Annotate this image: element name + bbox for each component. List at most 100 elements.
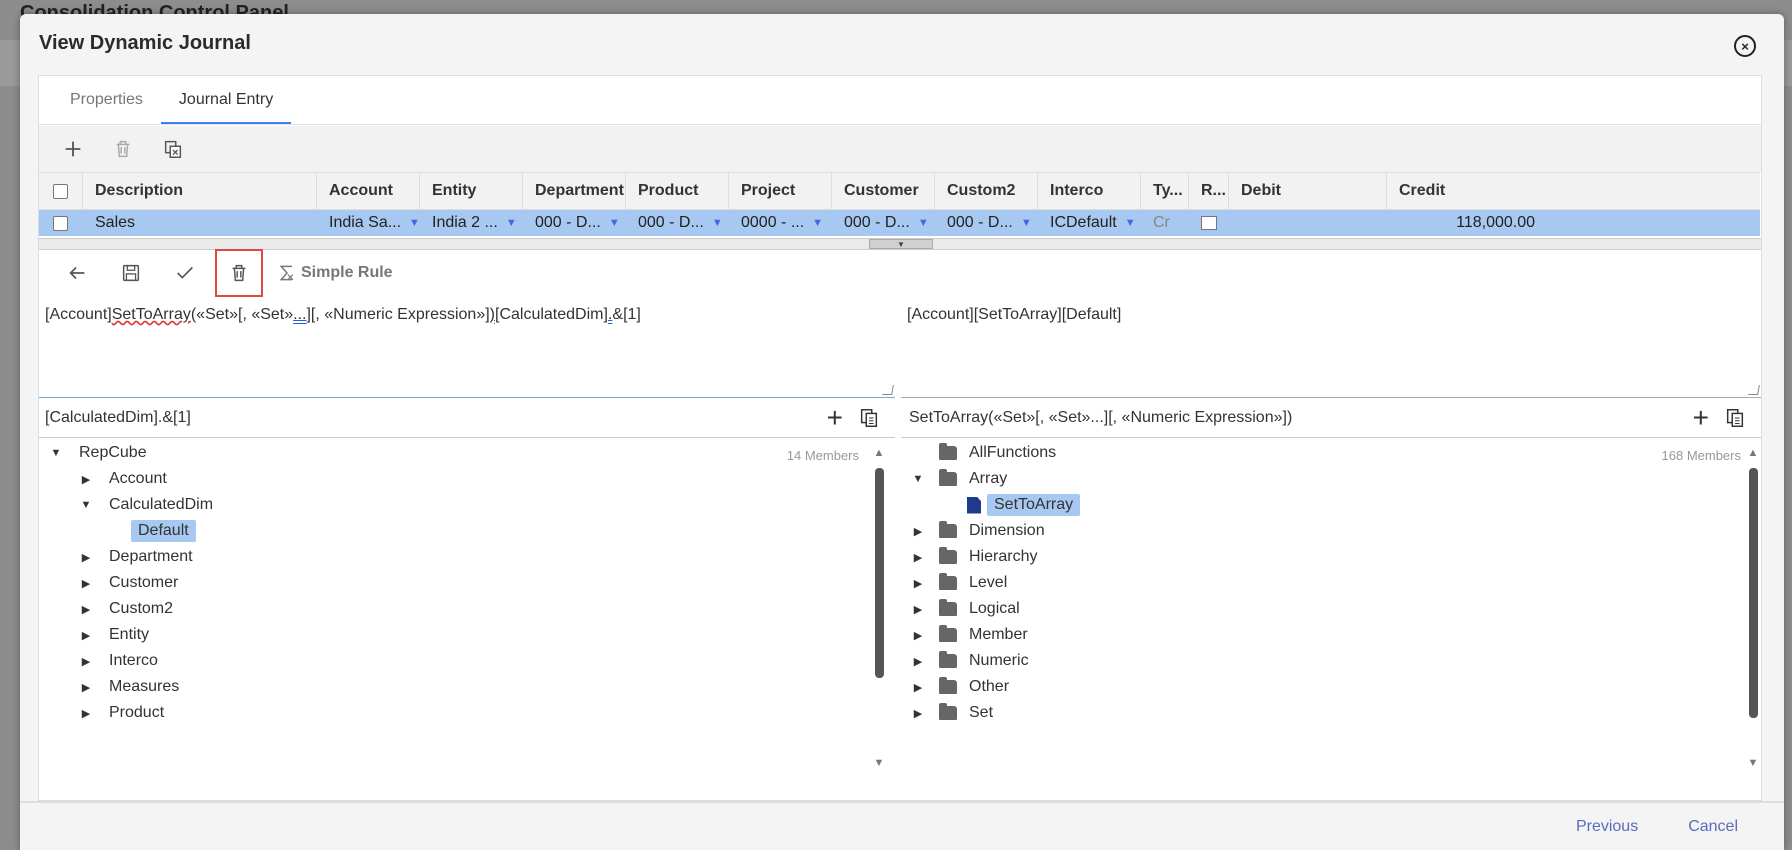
tree-node[interactable]: ▶ Account	[79, 466, 167, 492]
scroll-thumb[interactable]	[1749, 468, 1758, 718]
expand-arrow-icon[interactable]: ▶	[79, 655, 93, 668]
cell-department[interactable]: 000 - D... ▼	[523, 210, 626, 236]
dropdown-arrow-icon[interactable]: ▼	[918, 217, 929, 229]
header-interco[interactable]: Interco	[1038, 173, 1141, 209]
row-checkbox[interactable]	[53, 215, 68, 231]
expand-arrow-icon[interactable]: ▶	[79, 603, 93, 616]
tree-node[interactable]: ▶ Interco	[79, 648, 158, 674]
expand-arrow-icon[interactable]: ▶	[911, 577, 925, 590]
close-icon[interactable]: ×	[1734, 35, 1756, 57]
dropdown-arrow-icon[interactable]: ▼	[609, 217, 620, 229]
expand-arrow-icon[interactable]: ▶	[79, 577, 93, 590]
select-all-checkbox[interactable]	[53, 183, 68, 199]
tree-node[interactable]: AllFunctions	[939, 440, 1056, 466]
dropdown-arrow-icon[interactable]: ▼	[506, 217, 517, 229]
cell-interco[interactable]: ICDefault ▼	[1038, 210, 1141, 236]
header-entity[interactable]: Entity	[420, 173, 523, 209]
resize-grip-icon[interactable]	[882, 385, 894, 395]
header-customer[interactable]: Customer	[832, 173, 935, 209]
dropdown-arrow-icon[interactable]: ▼	[812, 217, 823, 229]
scroll-thumb[interactable]	[875, 468, 884, 678]
dropdown-arrow-icon[interactable]: ▼	[409, 217, 420, 229]
tree-node[interactable]: ▶ Custom2	[79, 596, 173, 622]
header-custom2[interactable]: Custom2	[935, 173, 1038, 209]
insert-member-plus-icon[interactable]: +	[827, 403, 843, 432]
tree-node[interactable]: ▶ Set	[911, 700, 993, 726]
tree-node[interactable]: ▶ Customer	[79, 570, 179, 596]
tree-node[interactable]: ▶ Hierarchy	[911, 544, 1037, 570]
cell-customer[interactable]: 000 - D... ▼	[832, 210, 935, 236]
cell-type[interactable]: Cr	[1141, 210, 1189, 236]
tree-node[interactable]: ▶ Measures	[79, 674, 179, 700]
tree-node[interactable]: ▶ Logical	[911, 596, 1020, 622]
collapse-arrow-icon[interactable]: ▼	[79, 499, 93, 511]
expand-arrow-icon[interactable]: ▶	[911, 707, 925, 720]
header-debit[interactable]: Debit	[1229, 173, 1387, 209]
cancel-button[interactable]: Cancel	[1688, 818, 1738, 836]
header-product[interactable]: Product	[626, 173, 729, 209]
copy-function-icon[interactable]	[1723, 406, 1747, 430]
expand-arrow-icon[interactable]: ▶	[911, 681, 925, 694]
add-icon[interactable]	[61, 137, 85, 161]
expand-arrow-icon[interactable]: ▶	[79, 473, 93, 486]
insert-function-plus-icon[interactable]: +	[1693, 403, 1709, 432]
highlighted-delete-button[interactable]	[215, 249, 263, 297]
rule-expression-editor[interactable]: [Account]SetToArray(«Set»[, «Set»...][, …	[39, 298, 895, 398]
back-arrow-icon[interactable]	[65, 261, 89, 285]
panel-splitter[interactable]: ▼	[39, 238, 1761, 250]
tab-journal-entry[interactable]: Journal Entry	[160, 76, 292, 124]
dropdown-arrow-icon[interactable]: ▼	[712, 217, 723, 229]
scroll-down-icon[interactable]: ▼	[873, 758, 885, 769]
expand-arrow-icon[interactable]: ▶	[911, 525, 925, 538]
expand-arrow-icon[interactable]: ▶	[79, 707, 93, 720]
header-account[interactable]: Account	[317, 173, 420, 209]
expand-arrow-icon[interactable]: ▶	[911, 629, 925, 642]
splitter-handle-icon[interactable]: ▼	[869, 239, 933, 249]
cell-debit[interactable]	[1229, 210, 1387, 236]
simple-rule-button[interactable]: Simple Rule	[277, 263, 393, 283]
rule-icon[interactable]	[1201, 216, 1217, 230]
expand-arrow-icon[interactable]: ▶	[911, 655, 925, 668]
expand-arrow-icon[interactable]: ▶	[79, 629, 93, 642]
tree-node-selected[interactable]: Default	[131, 518, 196, 544]
member-tree-scrollbar[interactable]: ▲ ▼	[873, 448, 885, 772]
tree-node[interactable]: ▼ CalculatedDim	[79, 492, 214, 518]
expand-arrow-icon[interactable]: ▶	[911, 603, 925, 616]
trash-icon[interactable]	[227, 261, 251, 285]
dropdown-arrow-icon[interactable]: ▼	[1125, 217, 1136, 229]
scroll-up-icon[interactable]: ▲	[1747, 448, 1759, 459]
header-r[interactable]: R...	[1189, 173, 1229, 209]
tree-node-selected[interactable]: SetToArray	[967, 492, 1081, 518]
header-department[interactable]: Department	[523, 173, 626, 209]
tree-node[interactable]: ▼ Array	[911, 466, 1007, 492]
save-icon[interactable]	[119, 261, 143, 285]
header-credit[interactable]: Credit	[1387, 173, 1547, 209]
function-tree-scrollbar[interactable]: ▲ ▼	[1747, 448, 1759, 772]
table-row[interactable]: Sales India Sa... ▼ India 2 ... ▼ 000 - D.…	[39, 210, 1760, 236]
cell-account[interactable]: India Sa... ▼	[317, 210, 420, 236]
header-type[interactable]: Ty...	[1141, 173, 1189, 209]
collapse-arrow-icon[interactable]: ▼	[49, 447, 63, 459]
tree-node[interactable]: ▶ Entity	[79, 622, 149, 648]
check-icon[interactable]	[173, 261, 197, 285]
collapse-arrow-icon[interactable]: ▼	[911, 473, 925, 485]
tree-node[interactable]: ▶ Product	[79, 700, 164, 726]
cell-r[interactable]	[1189, 210, 1229, 236]
expand-arrow-icon[interactable]: ▶	[79, 551, 93, 564]
tree-node[interactable]: ▶ Member	[911, 622, 1028, 648]
header-project[interactable]: Project	[729, 173, 832, 209]
tree-node[interactable]: ▶ Other	[911, 674, 1009, 700]
tree-node[interactable]: ▶ Department	[79, 544, 193, 570]
expand-arrow-icon[interactable]: ▶	[79, 681, 93, 694]
scroll-up-icon[interactable]: ▲	[873, 448, 885, 459]
cell-product[interactable]: 000 - D... ▼	[626, 210, 729, 236]
cell-description[interactable]: Sales	[83, 210, 317, 236]
tree-node[interactable]: ▶ Dimension	[911, 518, 1045, 544]
cell-entity[interactable]: India 2 ... ▼	[420, 210, 523, 236]
cell-credit[interactable]: 118,000.00	[1387, 210, 1547, 236]
delete-icon[interactable]	[111, 137, 135, 161]
previous-button[interactable]: Previous	[1576, 818, 1638, 836]
resize-grip-icon[interactable]	[1748, 385, 1760, 395]
tab-properties[interactable]: Properties	[52, 76, 161, 124]
resolved-expression-field[interactable]: [Account][SetToArray][Default]	[901, 298, 1761, 398]
